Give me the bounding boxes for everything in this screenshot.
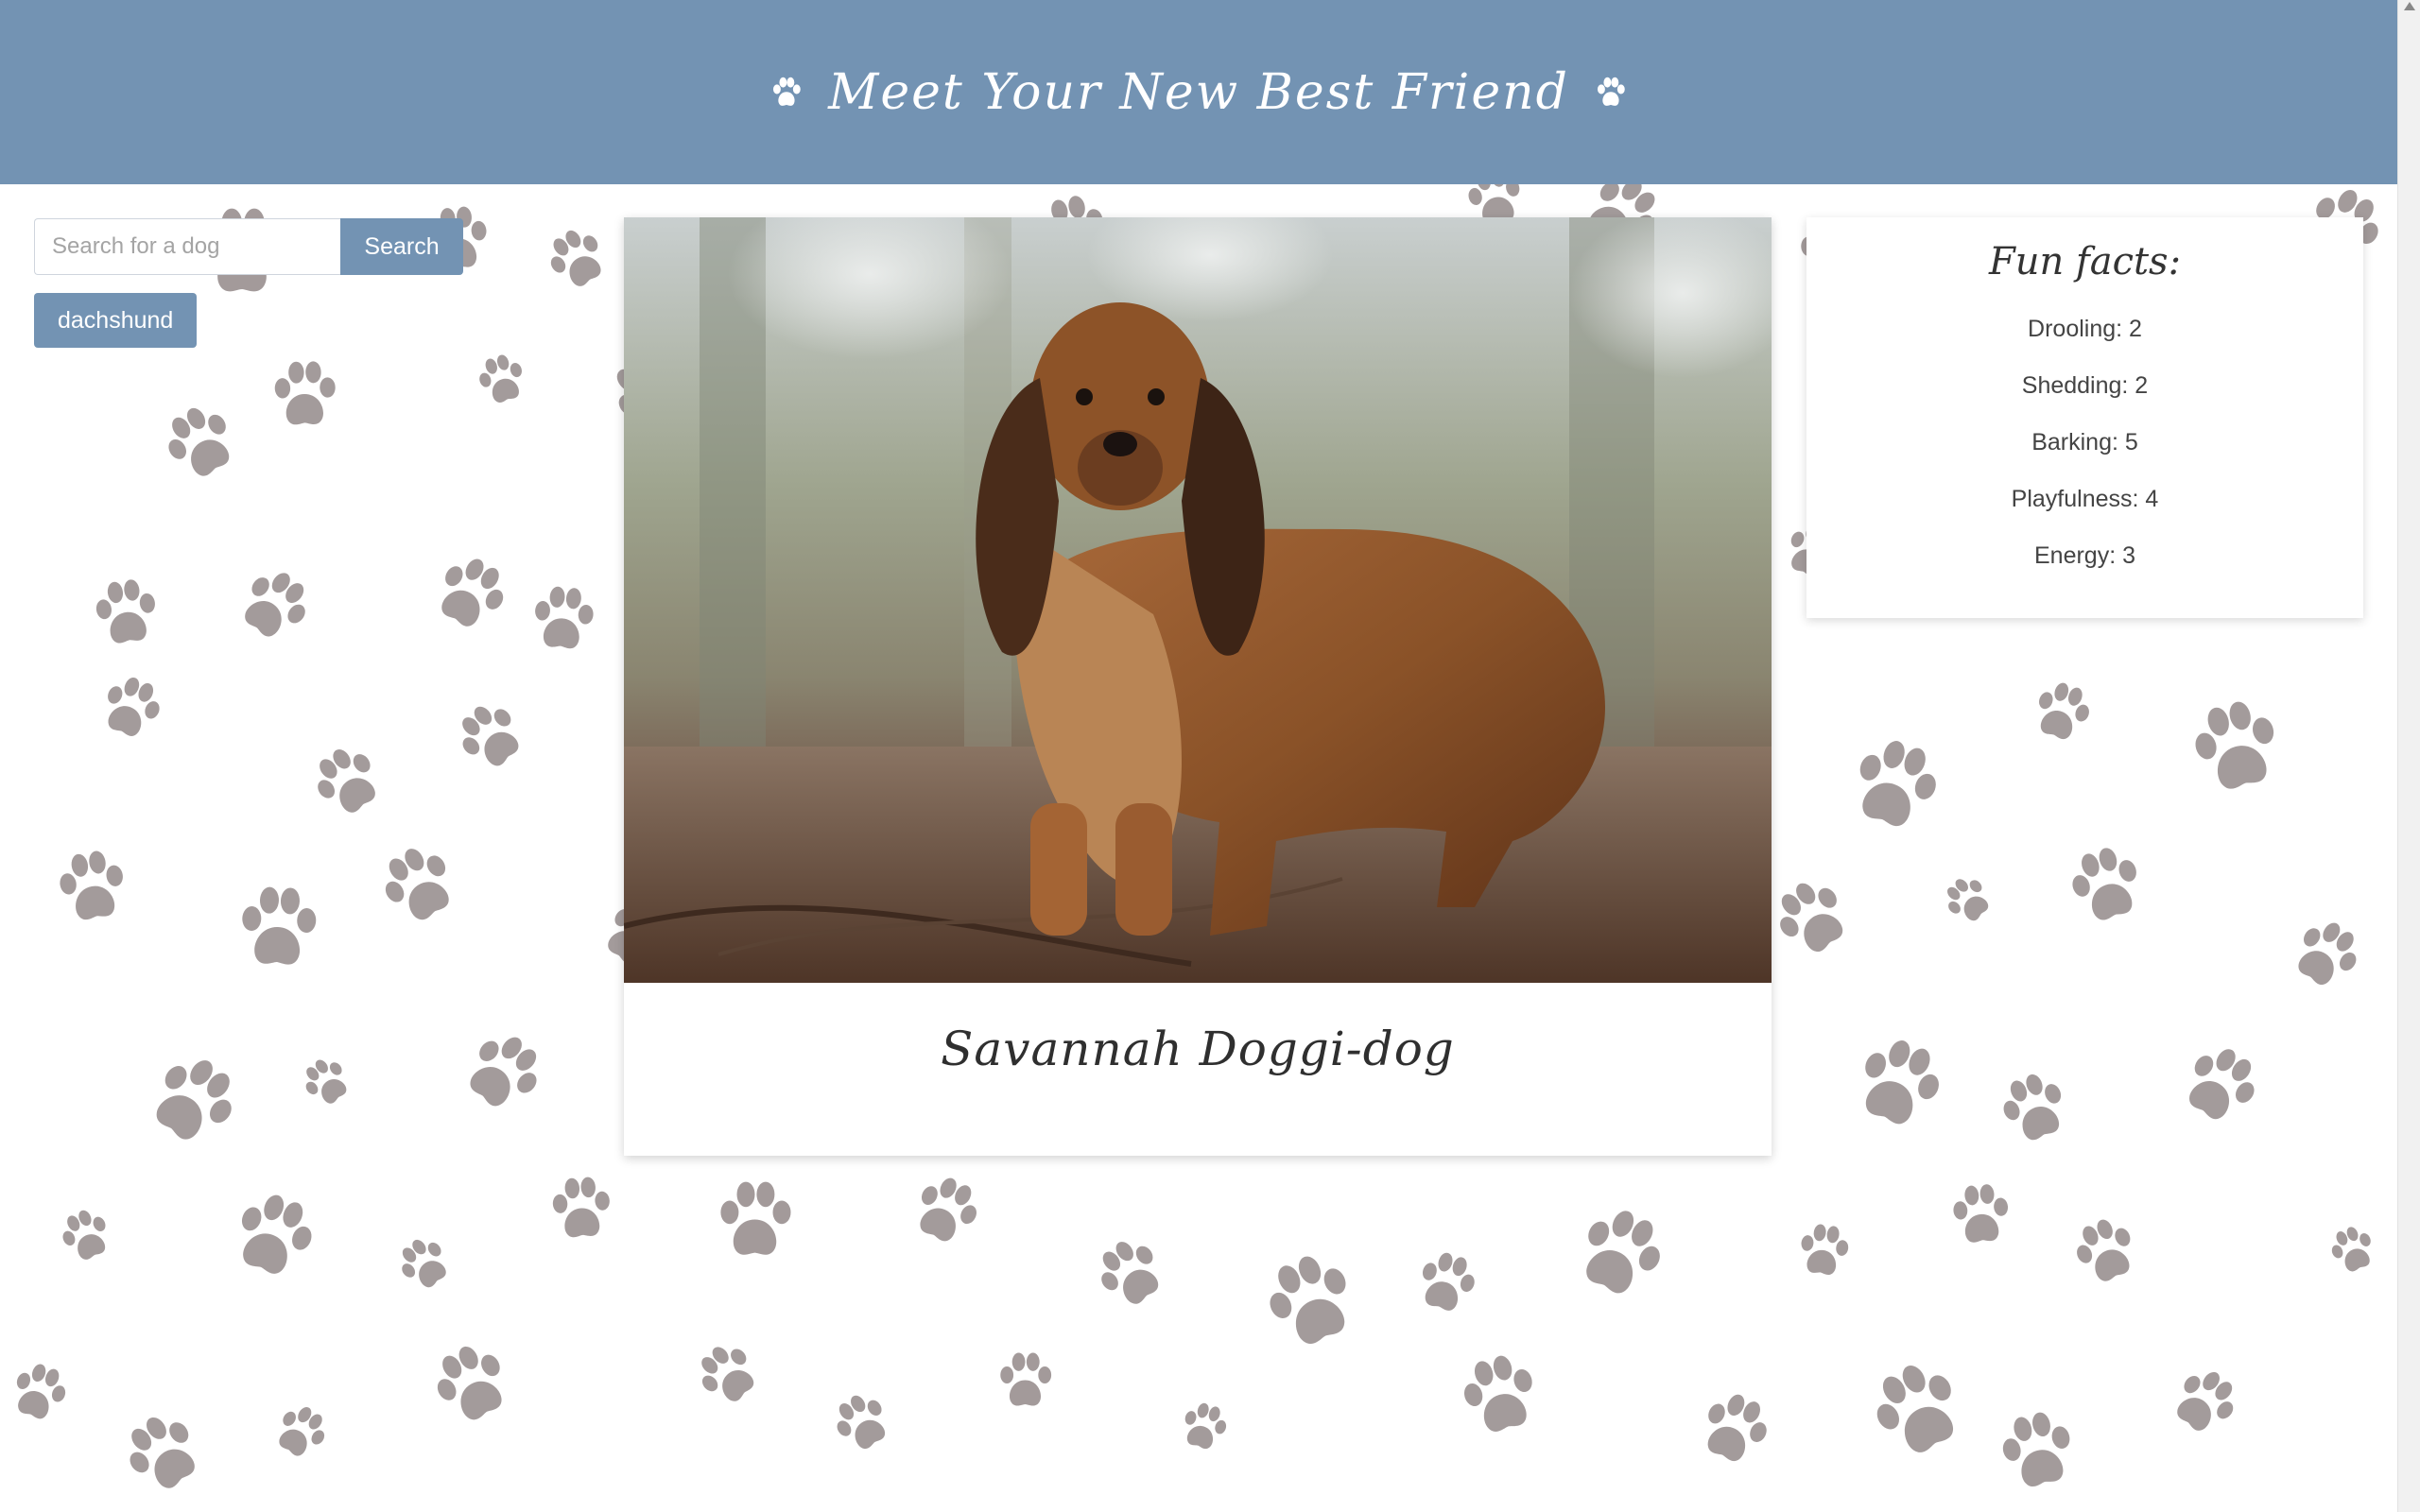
fact-playfulness: Playfulness: 4 — [2011, 486, 2159, 512]
breed-button-dachshund[interactable]: dachshund — [34, 293, 198, 348]
paw-icon — [773, 77, 801, 106]
page-title: Meet Your New Best Friend — [828, 63, 1569, 121]
search-bar: Search — [34, 218, 463, 275]
page-scrollbar[interactable] — [2397, 0, 2420, 1512]
fun-facts-card: Fun facts: Drooling: 2 Shedding: 2 Barki… — [1806, 217, 2363, 618]
paw-icon — [1597, 77, 1625, 106]
scroll-up-arrow-icon[interactable] — [2404, 2, 2415, 10]
fact-energy: Energy: 3 — [2033, 542, 2135, 569]
site-header: Meet Your New Best Friend — [0, 0, 2397, 184]
search-input[interactable] — [34, 218, 340, 275]
dog-name: Savannah Doggi-dog — [941, 1021, 1455, 1076]
search-button[interactable]: Search — [340, 218, 463, 275]
dog-photo — [624, 217, 1772, 983]
fun-facts-list: Drooling: 2 Shedding: 2 Barking: 5 Playf… — [1806, 301, 2363, 584]
dog-card: Savannah Doggi-dog — [624, 217, 1772, 1156]
fact-barking: Barking: 5 — [2031, 429, 2138, 455]
fact-shedding: Shedding: 2 — [2021, 372, 2149, 399]
fact-drooling: Drooling: 2 — [2028, 316, 2142, 342]
fun-facts-title: Fun facts: — [1988, 240, 2182, 284]
